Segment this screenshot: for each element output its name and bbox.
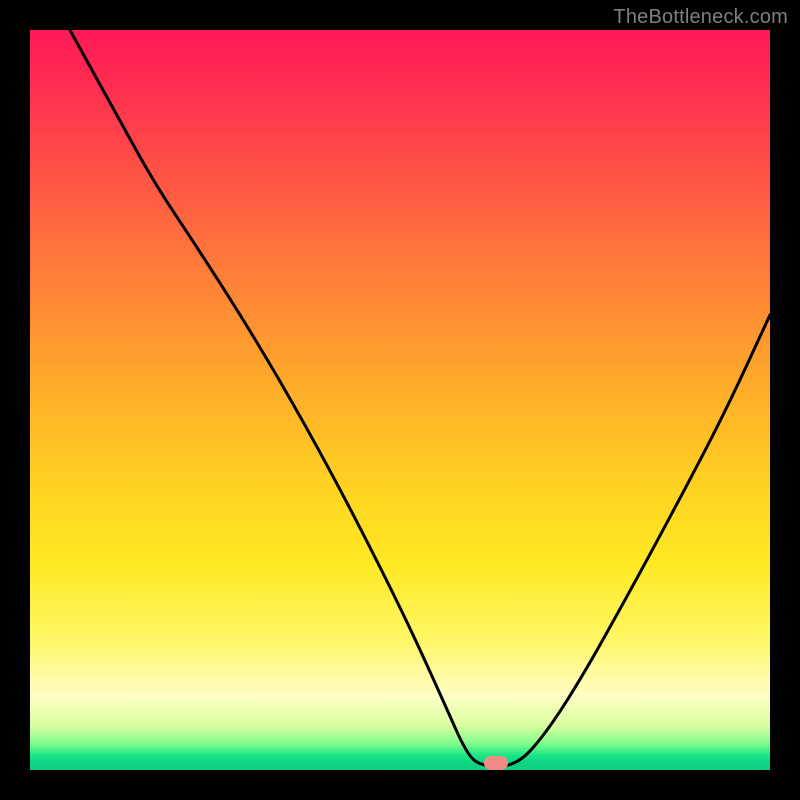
bottleneck-curve xyxy=(70,30,770,766)
chart-stage: TheBottleneck.com xyxy=(0,0,800,800)
curve-svg xyxy=(30,30,770,770)
plot-area xyxy=(30,30,770,770)
watermark-text: TheBottleneck.com xyxy=(613,6,788,29)
optimal-marker xyxy=(484,756,508,770)
